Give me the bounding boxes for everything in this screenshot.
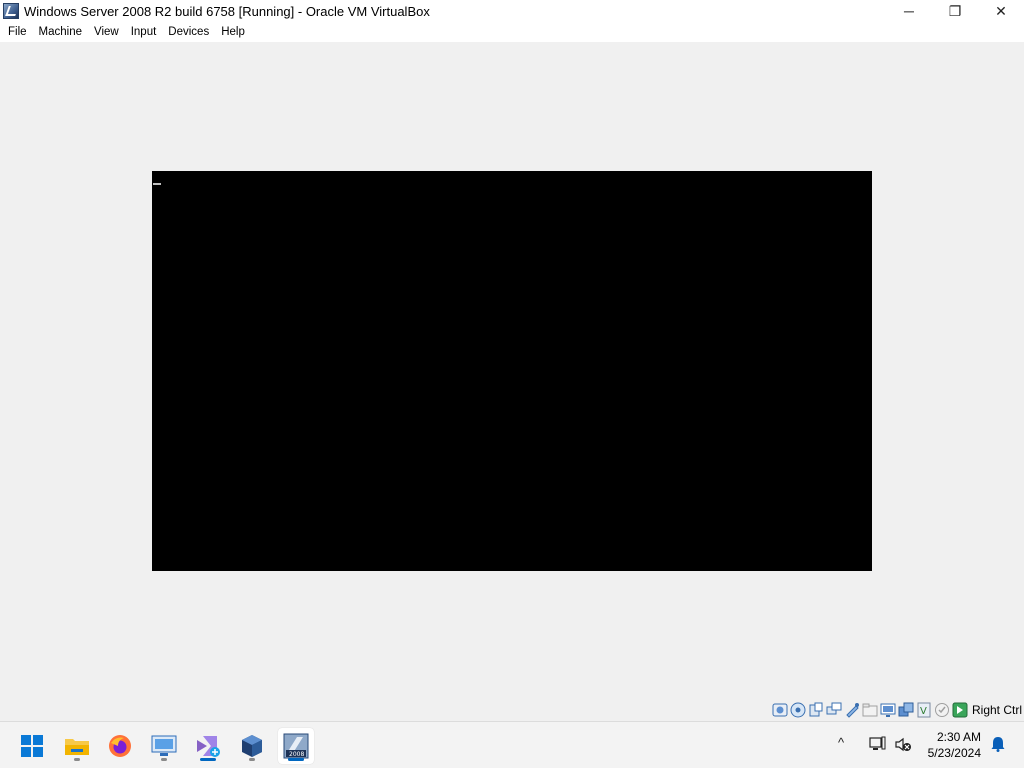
menu-machine[interactable]: Machine xyxy=(33,22,88,42)
clock[interactable]: 2:30 AM 5/23/2024 xyxy=(928,729,981,761)
running-indicator xyxy=(288,758,304,761)
volume-muted-icon[interactable] xyxy=(894,736,912,754)
svg-text:V: V xyxy=(920,706,927,717)
menu-view[interactable]: View xyxy=(88,22,125,42)
maximize-button[interactable]: ❐ xyxy=(932,0,978,22)
window-controls: ─ ❐ ✕ xyxy=(886,0,1024,22)
virtualbox-icon xyxy=(242,735,262,757)
network-icon[interactable] xyxy=(826,702,842,718)
menu-bar: File Machine View Input Devices Help xyxy=(0,22,1024,42)
display-icon[interactable] xyxy=(880,702,896,718)
status-bar: V Right Ctrl xyxy=(0,699,1024,721)
host-key-icon[interactable] xyxy=(952,702,968,718)
network-status-icon[interactable] xyxy=(868,735,886,753)
hard-disk-icon[interactable] xyxy=(772,702,788,718)
vm-display-area xyxy=(0,42,1024,699)
menu-devices[interactable]: Devices xyxy=(162,22,215,42)
title-bar[interactable]: Windows Server 2008 R2 build 6758 [Runni… xyxy=(0,0,1024,22)
visual-studio-icon xyxy=(197,736,220,757)
menu-help[interactable]: Help xyxy=(215,22,251,42)
window-title: Windows Server 2008 R2 build 6758 [Runni… xyxy=(24,3,430,19)
text-cursor xyxy=(153,183,161,185)
host-key-label: Right Ctrl xyxy=(971,703,1022,717)
optical-drive-icon[interactable] xyxy=(790,702,806,718)
running-indicator xyxy=(161,758,167,761)
usb-icon[interactable] xyxy=(844,702,860,718)
taskbar: 2008 ^ 2:30 AM 5/23/2024 xyxy=(0,721,1024,768)
mouse-integration-icon[interactable] xyxy=(934,702,950,718)
minimize-button[interactable]: ─ xyxy=(886,0,932,22)
video-capture-icon[interactable] xyxy=(898,702,914,718)
visual-studio-button[interactable] xyxy=(190,728,226,764)
svg-text:2008: 2008 xyxy=(289,751,304,758)
menu-input[interactable]: Input xyxy=(125,22,163,42)
file-explorer-icon xyxy=(65,739,89,755)
firefox-button[interactable] xyxy=(102,728,138,764)
windows-server-2008-vm-button[interactable]: 2008 xyxy=(278,728,314,764)
running-indicator xyxy=(200,758,216,761)
remote-desktop-button[interactable] xyxy=(146,728,182,764)
shared-folders-icon[interactable] xyxy=(862,702,878,718)
close-button[interactable]: ✕ xyxy=(978,0,1024,22)
audio-icon[interactable] xyxy=(808,702,824,718)
virtualbox-vm-icon[interactable] xyxy=(3,3,19,19)
windows-server-2008-vm-icon: 2008 xyxy=(283,733,309,759)
file-explorer-button[interactable] xyxy=(59,728,95,764)
virtualization-icon[interactable]: V xyxy=(916,702,932,718)
clock-date: 5/23/2024 xyxy=(927,746,981,760)
start-button[interactable] xyxy=(14,728,50,764)
notifications-bell-icon[interactable] xyxy=(991,736,1005,752)
virtualbox-button[interactable] xyxy=(234,728,270,764)
remote-desktop-icon xyxy=(151,735,177,756)
running-indicator xyxy=(74,758,80,761)
menu-file[interactable]: File xyxy=(2,22,33,42)
clock-time: 2:30 AM xyxy=(936,730,981,744)
running-indicator xyxy=(249,758,255,761)
vm-screen[interactable] xyxy=(152,171,872,571)
show-hidden-icons-chevron-icon[interactable]: ^ xyxy=(838,735,844,750)
status-icons: V Right Ctrl xyxy=(772,701,1024,719)
start-icon xyxy=(21,735,43,757)
firefox-icon xyxy=(109,735,131,757)
